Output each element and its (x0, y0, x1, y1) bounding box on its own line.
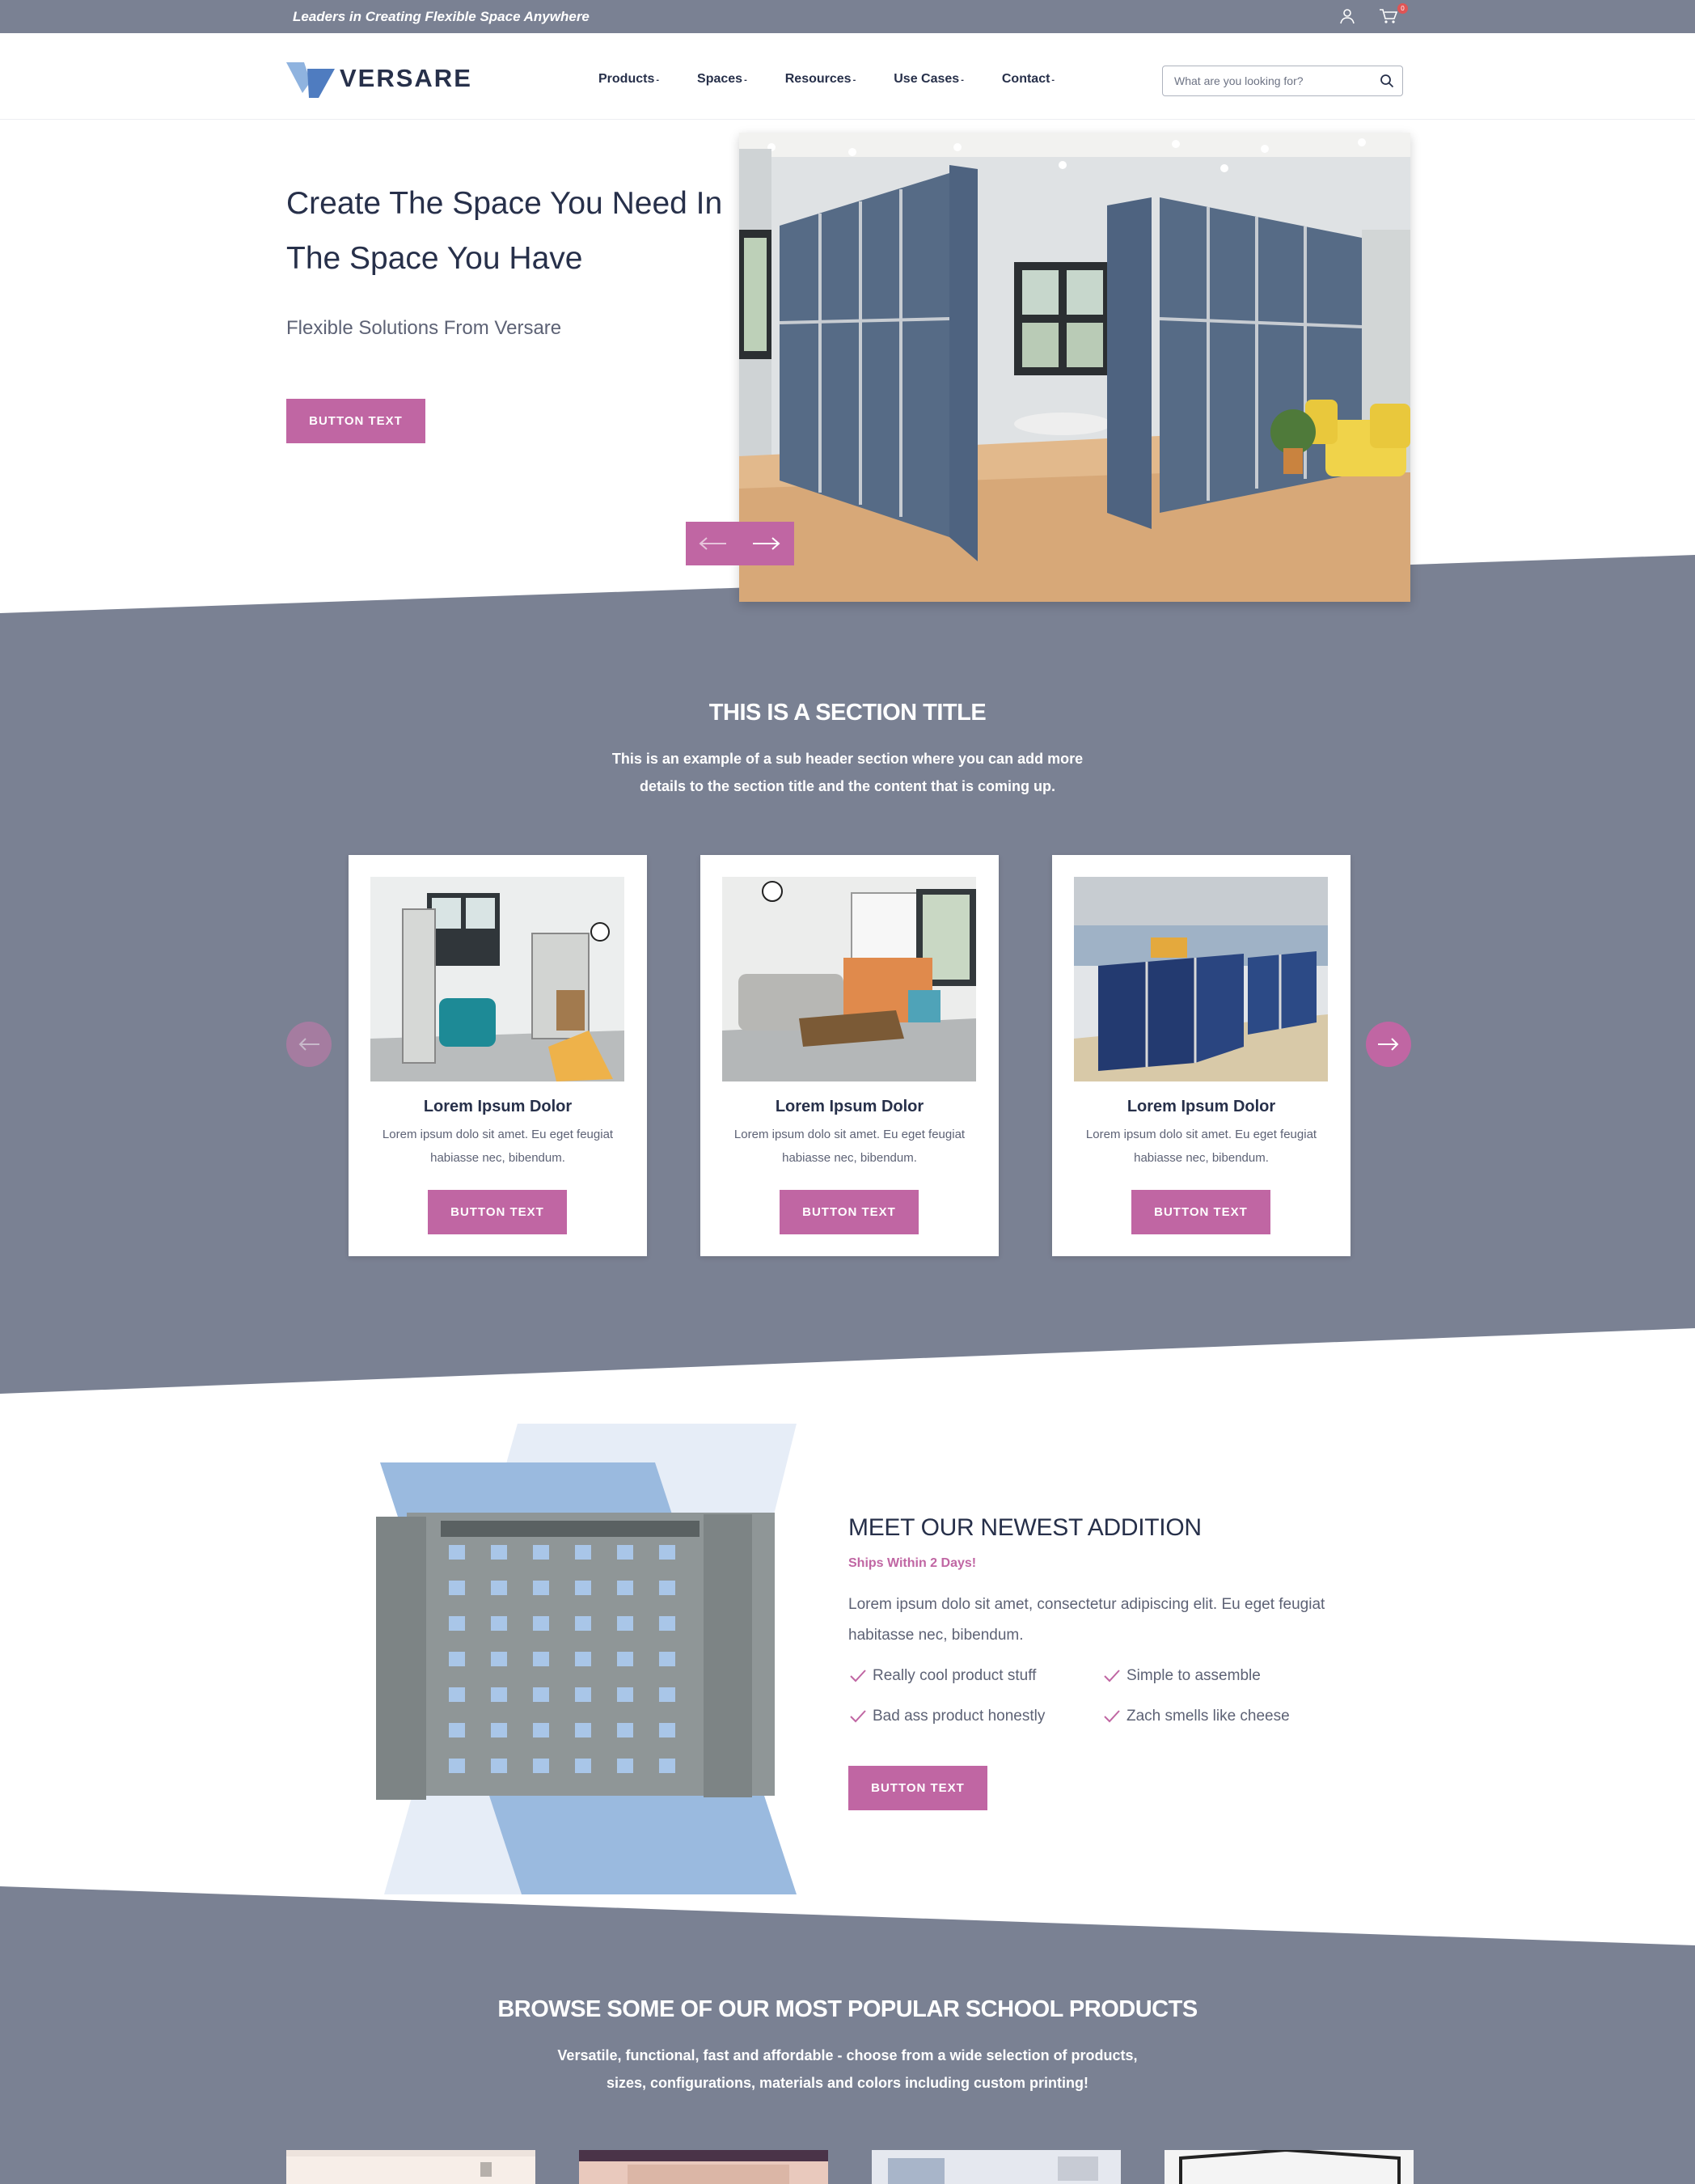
section-subtitle-line-1: This is an example of a sub header secti… (611, 751, 1084, 767)
arrow-right-icon (1378, 1038, 1399, 1051)
feature-label: Simple to assemble (1126, 1667, 1261, 1684)
feature-item: Zach smells like cheese (1102, 1702, 1366, 1731)
hero-cta-button[interactable]: BUTTON TEXT (286, 399, 425, 443)
product-thumbnail[interactable] (1165, 2150, 1414, 2184)
check-icon (850, 1710, 866, 1723)
logo-mark-icon (286, 62, 335, 98)
product-feature-image (376, 1424, 801, 1894)
product-thumbnail[interactable] (579, 2150, 828, 2184)
nav-label: Spaces (697, 72, 743, 86)
chevron-down-icon: - (1051, 75, 1055, 85)
card-title: Lorem Ipsum Dolor (423, 1098, 573, 1115)
feature-list: Really cool product stuff Simple to asse… (848, 1661, 1366, 1731)
product-card: Lorem Ipsum Dolor Lorem ipsum dolo sit a… (349, 855, 647, 1256)
top-bar: Leaders in Creating Flexible Space Anywh… (0, 0, 1695, 33)
logo[interactable]: VERSARE (286, 61, 472, 98)
product-thumbnail[interactable] (286, 2150, 535, 2184)
card-image (722, 877, 976, 1081)
feature-item: Simple to assemble (1102, 1661, 1366, 1691)
card-image (1074, 877, 1328, 1081)
chevron-down-icon: - (656, 75, 660, 85)
cart-icon[interactable] (1379, 7, 1398, 25)
check-icon (1104, 1710, 1120, 1723)
chevron-down-icon: - (744, 75, 747, 85)
card-text: Lorem ipsum dolo sit amet. Eu eget feugi… (382, 1128, 614, 1165)
card-button[interactable]: BUTTON TEXT (780, 1190, 919, 1234)
search-input[interactable] (1174, 74, 1368, 88)
cart-count-badge: 0 (1397, 3, 1408, 14)
arrow-left-icon (699, 537, 726, 550)
carousel-next-button[interactable] (1366, 1022, 1411, 1067)
chevron-down-icon: - (852, 75, 856, 85)
carousel-prev-button[interactable] (286, 1022, 332, 1067)
browse-title: BROWSE SOME OF OUR MOST POPULAR SCHOOL P… (497, 1996, 1198, 2022)
product-card: Lorem Ipsum Dolor Lorem ipsum dolo sit a… (700, 855, 999, 1256)
feature-label: Bad ass product honestly (873, 1708, 1046, 1725)
main-nav: Products - Spaces - Resources - Use Cases - … (598, 72, 1093, 87)
nav-products[interactable]: Products - (598, 72, 659, 87)
hero-slider-controls (686, 522, 794, 565)
card-text: Lorem ipsum dolo sit amet. Eu eget feugi… (733, 1128, 966, 1165)
user-icon[interactable] (1338, 7, 1356, 25)
logo-text: VERSARE (340, 64, 472, 92)
card-image (370, 877, 624, 1081)
nav-use-cases[interactable]: Use Cases - (894, 72, 964, 87)
feature-label: Zach smells like cheese (1126, 1708, 1290, 1725)
nav-spaces[interactable]: Spaces - (697, 72, 747, 87)
site-header: VERSARE Products - Spaces - Resources - Use… (0, 33, 1695, 120)
nav-resources[interactable]: Resources - (785, 72, 856, 87)
newest-description: Lorem ipsum dolo sit amet, consectetur a… (848, 1596, 1325, 1644)
card-button[interactable]: BUTTON TEXT (428, 1190, 567, 1234)
arrow-right-icon (753, 537, 780, 550)
nav-contact[interactable]: Contact - (1002, 72, 1055, 87)
card-text: Lorem ipsum dolo sit amet. Eu eget feugi… (1085, 1128, 1317, 1165)
magnifier-icon[interactable] (1380, 74, 1394, 88)
hero-next-button[interactable] (740, 522, 794, 565)
hero-image (739, 133, 1410, 602)
hero-prev-button[interactable] (686, 522, 740, 565)
nav-label: Products (598, 72, 655, 86)
newest-title: MEET OUR NEWEST ADDITION (848, 1514, 1202, 1541)
search-box (1162, 66, 1403, 96)
browse-subtitle-line-1: Versatile, functional, fast and affordab… (557, 2047, 1138, 2063)
card-title: Lorem Ipsum Dolor (775, 1098, 924, 1115)
feature-label: Really cool product stuff (873, 1667, 1037, 1684)
feature-item: Really cool product stuff (848, 1661, 1102, 1691)
product-card: Lorem Ipsum Dolor Lorem ipsum dolo sit a… (1052, 855, 1351, 1256)
ships-note: Ships Within 2 Days! (848, 1556, 977, 1570)
nav-label: Resources (784, 72, 852, 86)
section-subtitle-line-2: details to the section title and the con… (639, 778, 1056, 794)
newest-cta-button[interactable]: BUTTON TEXT (848, 1766, 987, 1810)
feature-item: Bad ass product honestly (848, 1702, 1102, 1731)
chevron-down-icon: - (961, 75, 964, 85)
card-button[interactable]: BUTTON TEXT (1131, 1190, 1270, 1234)
browse-subtitle-line-2: sizes, configurations, materials and col… (606, 2075, 1089, 2091)
nav-label: Contact (1001, 72, 1050, 86)
check-icon (850, 1670, 866, 1682)
arrow-left-icon (298, 1038, 319, 1051)
section-title: THIS IS A SECTION TITLE (708, 700, 987, 726)
hero-title: Create The Space You Need In The Space Y… (286, 186, 723, 276)
check-icon (1104, 1670, 1120, 1682)
tagline: Leaders in Creating Flexible Space Anywh… (293, 9, 590, 24)
nav-label: Use Cases (894, 72, 960, 86)
hero-subtitle: Flexible Solutions From Versare (286, 317, 562, 339)
card-title: Lorem Ipsum Dolor (1126, 1098, 1276, 1115)
product-thumbnail[interactable] (872, 2150, 1121, 2184)
